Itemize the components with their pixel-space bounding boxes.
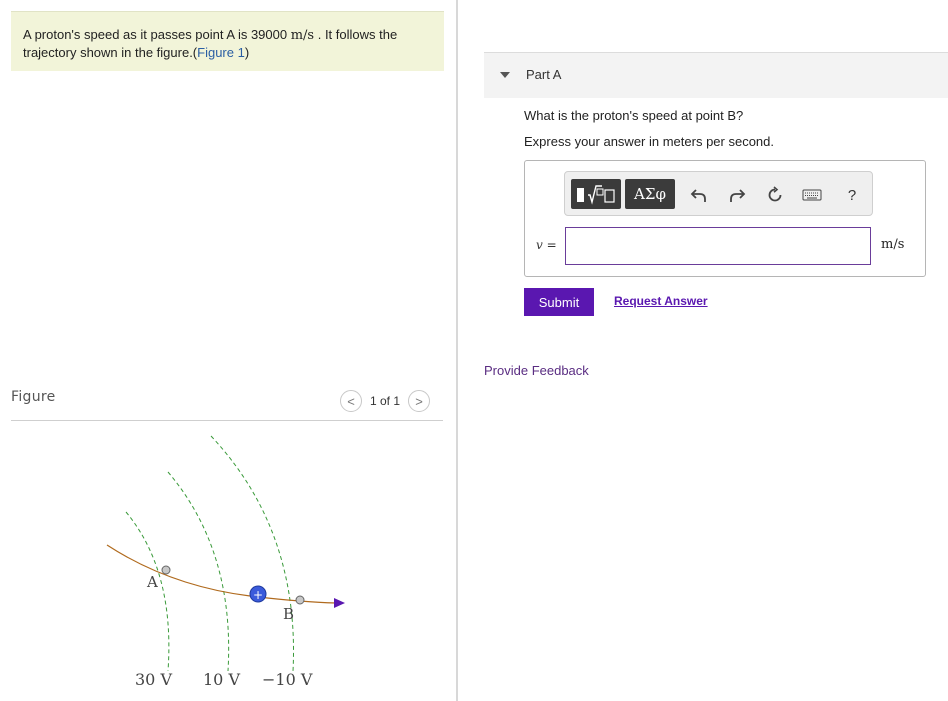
equipotential-line-minus10v [210, 435, 294, 672]
next-figure-button[interactable]: > [408, 390, 431, 412]
reset-icon [768, 186, 782, 202]
point-b-label: B [283, 605, 294, 623]
submit-button[interactable]: Submit [524, 288, 594, 316]
templates-icon [577, 185, 615, 205]
left-pane: A proton's speed as it passes point A is… [0, 0, 458, 701]
keyboard-button[interactable] [801, 184, 823, 206]
part-title: Part A [526, 67, 562, 82]
math-toolbar: ΑΣφ ? [564, 171, 873, 216]
redo-button[interactable] [726, 184, 748, 206]
reset-button[interactable] [764, 184, 786, 206]
voltage-label-10v: 10 V [203, 670, 240, 689]
help-button[interactable]: ? [841, 184, 863, 206]
instruction-text: Express your answer in meters per second… [524, 134, 774, 149]
proton-trajectory [106, 544, 337, 604]
pane-divider [456, 0, 458, 701]
equipotential-line-30v [125, 511, 170, 672]
problem-text-1: A proton's speed as it passes point A is… [23, 27, 291, 42]
figure-heading: Figure [11, 389, 56, 405]
pager-count: 1 of 1 [370, 394, 401, 408]
undo-button[interactable] [688, 184, 710, 206]
variable-label: v = [536, 238, 557, 252]
redo-icon [730, 189, 746, 202]
voltage-label-minus10v: −10 V [262, 670, 313, 689]
problem-unit: m/s [290, 28, 315, 43]
problem-text-3: ) [244, 45, 250, 60]
answer-input[interactable] [565, 227, 871, 265]
templates-button[interactable] [571, 179, 621, 209]
point-b-marker [295, 595, 305, 605]
provide-feedback-link[interactable]: Provide Feedback [484, 363, 589, 378]
equipotential-line-10v [167, 471, 230, 672]
prev-figure-button[interactable]: < [340, 390, 362, 412]
keyboard-icon [802, 189, 822, 201]
part-a-header[interactable]: Part A [484, 52, 948, 98]
point-a-marker [161, 565, 171, 575]
collapse-caret-icon[interactable] [500, 72, 510, 78]
voltage-label-30v: 30 V [135, 670, 172, 689]
trajectory-arrowhead [334, 598, 345, 608]
trajectory-figure: + A B 30 V 10 V −10 V [106, 435, 345, 689]
figure-pager: < 1 of 1 > [340, 389, 444, 413]
page: A proton's speed as it passes point A is… [0, 0, 948, 701]
figure-link[interactable]: Figure 1 [197, 45, 245, 60]
question-text: What is the proton's speed at point B? [524, 108, 744, 123]
answer-unit: m/s [881, 237, 905, 252]
greek-symbols-button[interactable]: ΑΣφ [625, 179, 675, 209]
request-answer-link[interactable]: Request Answer [614, 294, 708, 308]
point-a-label: A [146, 573, 158, 591]
proton-symbol: + [253, 588, 263, 602]
undo-icon [690, 189, 706, 202]
problem-statement: A proton's speed as it passes point A is… [11, 11, 444, 71]
